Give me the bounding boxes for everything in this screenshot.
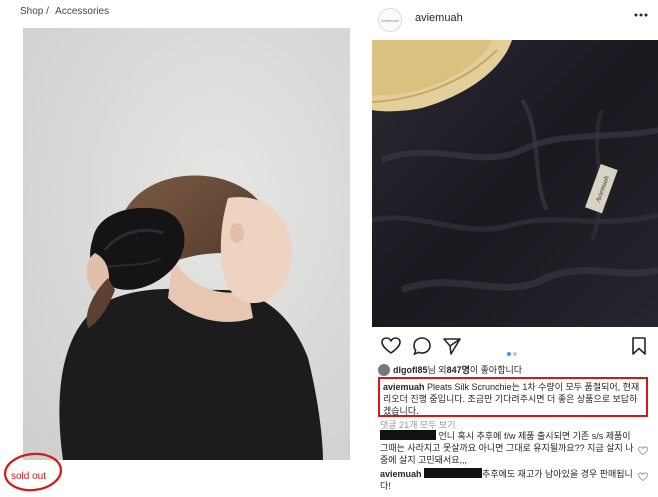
like-heart-icon[interactable] <box>381 336 401 356</box>
profile-avatar[interactable]: Aviemuah <box>378 8 402 32</box>
post-header: Aviemuah aviemuah <box>372 0 658 40</box>
instagram-post: Aviemuah aviemuah Aviemuah dlgofl85 님 외 … <box>372 0 658 493</box>
breadcrumb-shop-link[interactable]: Shop <box>20 6 43 17</box>
likes-summary: dlgofl85 님 외 847명 이 좋아합니다 <box>378 363 522 376</box>
shop-panel: Shop / Accessories sold out <box>0 0 362 493</box>
comment-item: aviemuah 추후에도 재고가 남아있을 경우 판매됩니다! <box>380 468 640 492</box>
likes-count[interactable]: 847명 <box>447 363 470 376</box>
product-photo[interactable] <box>23 28 350 460</box>
carousel-dot <box>513 352 517 356</box>
scrunchie-closeup-image: Aviemuah <box>372 40 658 327</box>
bookmark-icon[interactable] <box>629 336 649 356</box>
caption-username[interactable]: aviemuah <box>383 382 425 392</box>
model-wearing-scrunchie-image <box>23 28 350 460</box>
share-direct-icon[interactable] <box>442 336 462 356</box>
breadcrumb-accessories-link[interactable]: Accessories <box>55 6 109 17</box>
comment-like-icon[interactable] <box>638 446 648 456</box>
caption-highlight-box: aviemuah Pleats Silk Scrunchie는 1차 수량이 모… <box>378 377 648 417</box>
liker-username[interactable]: dlgofl85 <box>393 365 428 375</box>
carousel-dot-active <box>507 352 511 356</box>
likes-text-tail: 이 좋아합니다 <box>469 365 523 375</box>
redacted-mention <box>424 468 483 478</box>
comment-icon[interactable] <box>412 336 432 356</box>
comment-username[interactable]: aviemuah <box>380 469 422 479</box>
redacted-username <box>380 430 436 440</box>
red-circle-annotation <box>3 452 63 492</box>
post-caption: aviemuah Pleats Silk Scrunchie는 1차 수량이 모… <box>383 381 645 417</box>
post-photo[interactable]: Aviemuah <box>372 40 658 327</box>
comment-item: 언니 혹시 추후에 f/w 제품 출시되면 기존 s/s 제품이 그때는 사라지… <box>380 430 640 466</box>
post-username[interactable]: aviemuah <box>415 12 463 24</box>
comment-like-icon[interactable] <box>638 472 648 482</box>
liker-avatar[interactable] <box>378 363 390 376</box>
breadcrumb-separator: / <box>46 6 49 17</box>
carousel-indicator <box>507 343 519 361</box>
breadcrumb: Shop / Accessories <box>20 6 109 17</box>
sold-out-label: sold out <box>11 471 47 482</box>
likes-text-mid: 님 외 <box>427 365 447 375</box>
more-options-icon[interactable] <box>634 13 648 17</box>
sold-out-highlight: sold out <box>2 442 65 492</box>
